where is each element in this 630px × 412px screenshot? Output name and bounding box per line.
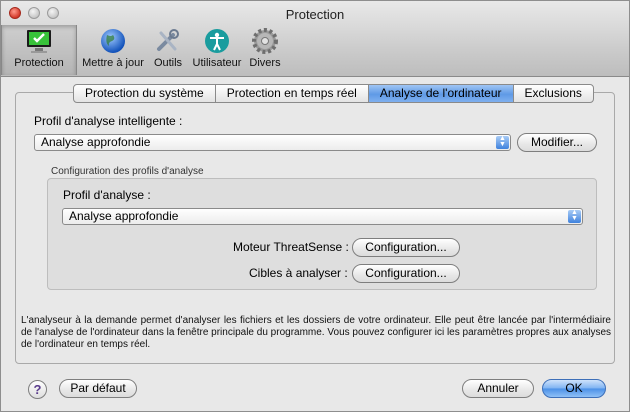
window-title: Protection [285,7,345,22]
tab-bar: Protection du système Protection en temp… [73,84,594,103]
toolbar-tools-label: Outils [153,57,183,69]
titlebar: Protection Protection Mettre à jour Outi… [1,1,629,77]
accessibility-icon [205,29,229,53]
toolbar-protection[interactable]: Protection [1,25,77,75]
toolbar-misc-label: Divers [249,57,281,69]
toolbar-user[interactable]: Utilisateur [188,25,246,75]
select-arrows-icon: ▲ ▼ [496,135,509,149]
gear-icon [252,28,278,54]
help-button[interactable]: ? [28,380,47,399]
smart-profile-value: Analyse approfondie [41,135,151,149]
modify-button[interactable]: Modifier... [517,133,597,152]
profile-value: Analyse approfondie [69,209,179,223]
globe-icon [101,29,125,53]
engine-configuration-button[interactable]: Configuration... [352,238,460,257]
tools-icon [157,29,179,51]
preferences-window: Protection Protection Mettre à jour Outi… [0,0,630,412]
tab-computer-scan[interactable]: Analyse de l'ordinateur [368,85,514,102]
engine-label: Moteur ThreatSense : [233,240,349,254]
toolbar-tools[interactable]: Outils [149,25,187,75]
tab-system-protection[interactable]: Protection du système [74,85,216,102]
select-arrows-icon: ▲ ▼ [568,209,581,223]
targets-label: Cibles à analyser : [249,266,348,280]
tab-exclusions[interactable]: Exclusions [514,85,593,102]
toolbar-update-label: Mettre à jour [82,57,144,69]
tab-realtime-protection[interactable]: Protection en temps réel [216,85,369,102]
toolbar-update[interactable]: Mettre à jour [81,25,145,75]
toolbar-user-label: Utilisateur [192,57,242,69]
default-button[interactable]: Par défaut [59,379,137,398]
smart-profile-select[interactable]: Analyse approfondie ▲ ▼ [34,134,511,151]
cancel-button[interactable]: Annuler [462,379,534,398]
monitor-check-icon [27,30,51,53]
profile-label: Profil d'analyse : [63,188,151,202]
toolbar-misc[interactable]: Divers [245,25,285,75]
description-text: L'analyseur à la demande permet d'analys… [21,315,611,350]
targets-configuration-button[interactable]: Configuration... [352,264,460,283]
smart-profile-label: Profil d'analyse intelligente : [34,114,183,128]
ok-button[interactable]: OK [542,379,606,398]
profile-select[interactable]: Analyse approfondie ▲ ▼ [62,208,583,225]
toolbar-protection-label: Protection [14,57,64,69]
profiles-config-group-label: Configuration des profils d'analyse [51,166,204,177]
